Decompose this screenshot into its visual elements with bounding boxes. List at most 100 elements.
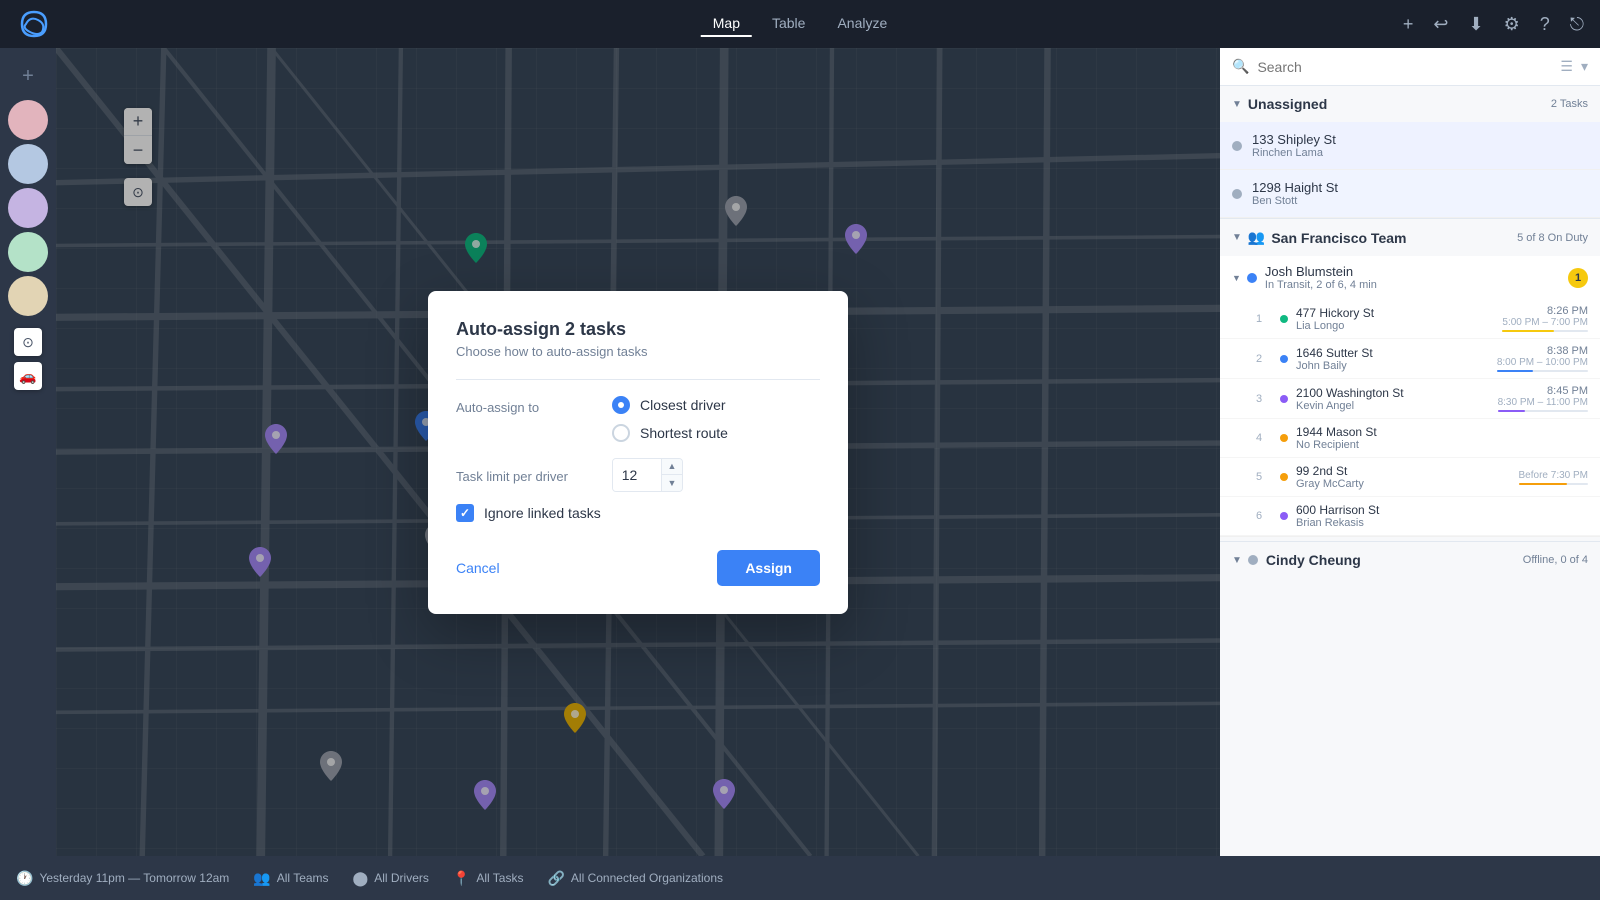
task-600-info: 600 Harrison St Brian Rekasis: [1296, 503, 1588, 529]
task-477-name: Lia Longo: [1296, 320, 1502, 332]
tab-map[interactable]: Map: [701, 11, 752, 37]
josh-task-5[interactable]: 5 99 2nd St Gray McCarty Before 7:30 PM: [1220, 458, 1600, 497]
unassigned-chevron-icon: ▼: [1232, 99, 1242, 110]
all-drivers-label: All Drivers: [374, 871, 429, 885]
bottom-time-range[interactable]: 🕐 Yesterday 11pm — Tomorrow 12am: [16, 870, 229, 887]
spinner-up-button[interactable]: ▲: [662, 459, 682, 475]
task-address-2: 1298 Haight St: [1252, 180, 1588, 195]
josh-task-6[interactable]: 6 600 Harrison St Brian Rekasis: [1220, 497, 1600, 536]
tab-analyze[interactable]: Analyze: [825, 11, 899, 37]
ignore-linked-checkbox[interactable]: ✓: [456, 504, 474, 522]
spinner-down-button[interactable]: ▼: [662, 475, 682, 491]
ignore-linked-row[interactable]: ✓ Ignore linked tasks: [456, 504, 820, 522]
undo-icon[interactable]: ↩: [1433, 14, 1448, 35]
task-2100-name: Kevin Angel: [1296, 400, 1498, 412]
unassigned-title: Unassigned: [1248, 96, 1551, 112]
list-view-icon[interactable]: ☰: [1560, 58, 1573, 75]
task-99-window: Before 7:30 PM: [1519, 470, 1588, 481]
avatar-2[interactable]: [8, 144, 48, 184]
task-num-4: 4: [1256, 432, 1272, 444]
auto-assign-row: Auto-assign to Closest driver Shortest r…: [456, 396, 820, 442]
task-2100-times: 8:45 PM 8:30 PM – 11:00 PM: [1498, 385, 1588, 412]
nav-tabs: Map Table Analyze: [701, 11, 900, 37]
locate-icon[interactable]: ⊙: [14, 328, 42, 356]
josh-task-3[interactable]: 3 2100 Washington St Kevin Angel 8:45 PM…: [1220, 379, 1600, 419]
all-teams-label: All Teams: [277, 871, 329, 885]
nav-right: + ↩ ⬇ ⚙ ? ⎋: [1403, 14, 1584, 35]
sort-icon[interactable]: ▾: [1581, 58, 1588, 75]
cindy-chevron-icon: ▼: [1232, 555, 1242, 566]
task-2100-time: 8:45 PM: [1498, 385, 1588, 397]
download-icon[interactable]: ⬇: [1469, 14, 1484, 35]
cancel-button[interactable]: Cancel: [456, 552, 500, 584]
bottom-all-teams[interactable]: 👥 All Teams: [253, 870, 328, 887]
task-address-1: 133 Shipley St: [1252, 132, 1588, 147]
task-2100-info: 2100 Washington St Kevin Angel: [1296, 386, 1498, 412]
task-99-times: Before 7:30 PM: [1519, 470, 1588, 485]
task-limit-row: Task limit per driver ▲ ▼: [456, 458, 820, 492]
driver-josh-row[interactable]: ▼ Josh Blumstein In Transit, 2 of 6, 4 m…: [1220, 256, 1600, 299]
task-99-bar: [1519, 483, 1588, 485]
task-dot-blue: [1280, 355, 1288, 363]
josh-task-4[interactable]: 4 1944 Mason St No Recipient: [1220, 419, 1600, 458]
unassigned-task-2[interactable]: 1298 Haight St Ben Stott: [1220, 170, 1600, 218]
task-2100-window: 8:30 PM – 11:00 PM: [1498, 397, 1588, 408]
auto-assign-modal: Auto-assign 2 tasks Choose how to auto-a…: [428, 291, 848, 614]
task-info-2: 1298 Haight St Ben Stott: [1252, 180, 1588, 207]
avatar-3[interactable]: [8, 188, 48, 228]
task-dot-1: [1232, 141, 1242, 151]
map-area[interactable]: + − ⊙ Auto-assign 2 tasks Choose how to …: [56, 48, 1220, 856]
cindy-name: Cindy Cheung: [1266, 552, 1523, 568]
task-dot-green: [1280, 315, 1288, 323]
sf-team-chevron-icon: ▼: [1232, 232, 1242, 243]
unassigned-section-header[interactable]: ▼ Unassigned 2 Tasks: [1220, 86, 1600, 122]
add-team-btn[interactable]: +: [8, 56, 48, 96]
bottom-bar: 🕐 Yesterday 11pm — Tomorrow 12am 👥 All T…: [0, 856, 1600, 900]
avatar-4[interactable]: [8, 232, 48, 272]
settings-icon[interactable]: ⚙: [1504, 14, 1520, 35]
closest-driver-radio[interactable]: [612, 396, 630, 414]
modal-title: Auto-assign 2 tasks: [456, 319, 820, 340]
ignore-linked-label: Ignore linked tasks: [484, 505, 601, 521]
task-1944-name: No Recipient: [1296, 439, 1588, 451]
car-icon[interactable]: 🚗: [14, 362, 42, 390]
bottom-all-drivers[interactable]: ⬤ All Drivers: [353, 870, 429, 887]
task-dot-2: [1232, 189, 1242, 199]
task-477-address: 477 Hickory St: [1296, 306, 1502, 320]
josh-info: Josh Blumstein In Transit, 2 of 6, 4 min: [1265, 264, 1562, 291]
sf-team-header[interactable]: ▼ 👥 San Francisco Team 5 of 8 On Duty: [1220, 218, 1600, 256]
task-1646-time: 8:38 PM: [1497, 345, 1588, 357]
bottom-all-orgs[interactable]: 🔗 All Connected Organizations: [547, 870, 723, 887]
tab-table[interactable]: Table: [760, 11, 817, 37]
shortest-route-radio[interactable]: [612, 424, 630, 442]
josh-task-1[interactable]: 1 477 Hickory St Lia Longo 8:26 PM 5:00 …: [1220, 299, 1600, 339]
sidebar-scroll-area: ▼ Unassigned 2 Tasks 133 Shipley St Rinc…: [1220, 86, 1600, 856]
assign-button[interactable]: Assign: [717, 550, 820, 586]
modal-subtitle: Choose how to auto-assign tasks: [456, 344, 820, 359]
shortest-route-option[interactable]: Shortest route: [612, 424, 728, 442]
closest-driver-label: Closest driver: [640, 397, 726, 413]
unassigned-task-1[interactable]: 133 Shipley St Rinchen Lama: [1220, 122, 1600, 170]
avatar-1[interactable]: [8, 100, 48, 140]
team-icon: 👥: [1248, 229, 1265, 246]
bottom-all-tasks[interactable]: 📍 All Tasks: [453, 870, 524, 887]
task-99-bar-fill: [1519, 483, 1568, 485]
avatar-5[interactable]: [8, 276, 48, 316]
add-icon[interactable]: +: [1403, 14, 1414, 35]
cindy-status-dot: [1248, 555, 1258, 565]
josh-task-2[interactable]: 2 1646 Sutter St John Baily 8:38 PM 8:00…: [1220, 339, 1600, 379]
task-num-1: 1: [1256, 313, 1272, 325]
search-input[interactable]: [1257, 59, 1552, 75]
task-num-5: 5: [1256, 471, 1272, 483]
help-icon[interactable]: ?: [1540, 14, 1550, 35]
top-nav: Map Table Analyze + ↩ ⬇ ⚙ ? ⎋: [0, 0, 1600, 48]
task-dot-yellow-5: [1280, 473, 1288, 481]
task-99-address: 99 2nd St: [1296, 464, 1519, 478]
task-1646-address: 1646 Sutter St: [1296, 346, 1497, 360]
time-icon: 🕐: [16, 870, 33, 887]
task-600-name: Brian Rekasis: [1296, 517, 1588, 529]
task-limit-input[interactable]: [613, 459, 661, 491]
closest-driver-option[interactable]: Closest driver: [612, 396, 728, 414]
exit-icon[interactable]: ⎋: [1570, 14, 1584, 35]
cindy-section-header[interactable]: ▼ Cindy Cheung Offline, 0 of 4: [1220, 541, 1600, 578]
